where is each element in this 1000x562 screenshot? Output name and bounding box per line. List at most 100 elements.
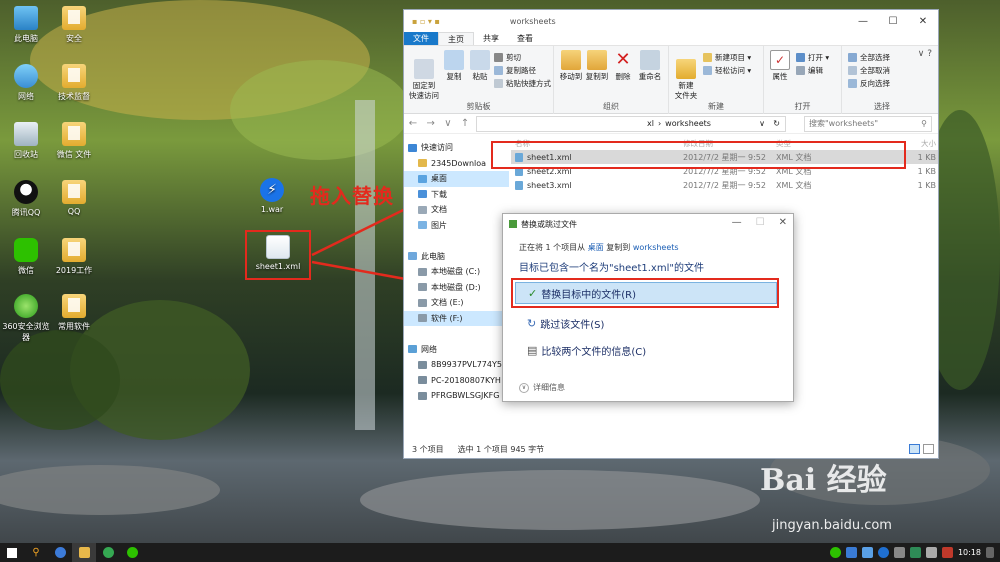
file-row[interactable]: sheet3.xml 2012/7/2 星期一 9:52 XML 文档 1 KB (511, 178, 938, 192)
tray-bluetooth-icon[interactable] (877, 547, 889, 558)
search-box[interactable]: 搜索"worksheets" ⚲ (804, 115, 932, 132)
close-button[interactable]: ✕ (908, 10, 938, 32)
dialog-maximize-button[interactable]: ☐ (756, 217, 765, 228)
nav-item-label: 网络 (421, 344, 437, 354)
taskbar-wechat[interactable] (120, 543, 144, 562)
file-size-cell: 1 KB (917, 180, 936, 190)
maximize-button[interactable]: ☐ (878, 10, 908, 32)
tray-shield-icon[interactable] (909, 547, 921, 558)
invert-selection-icon (848, 79, 857, 88)
nav-item-icon (418, 221, 427, 230)
large-icons-view-icon[interactable] (923, 444, 934, 454)
nav-item-label: 桌面 (431, 174, 447, 184)
nav-item-label: 此电脑 (421, 251, 445, 261)
move-to-button[interactable]: 移动到 (558, 50, 584, 81)
new-item-button[interactable]: 新建项目 ▾ (703, 52, 751, 63)
clock[interactable]: 10:18 (958, 548, 981, 557)
tab-home[interactable]: 主页 (438, 32, 474, 45)
nav-item[interactable]: 软件 (F:) (404, 310, 509, 326)
dialog-close-button[interactable]: ✕ (779, 217, 787, 228)
nav-item[interactable]: 文档 (E:) (404, 295, 509, 311)
minimize-button[interactable]: — (848, 10, 878, 32)
dialog-titlebar: 替换或跳过文件 — ☐ ✕ (503, 214, 793, 234)
delete-button[interactable]: ✕ 删除 (612, 50, 634, 82)
paste-button[interactable]: 粘贴 (468, 50, 492, 81)
address-dropdown-icon[interactable]: ∨ (759, 119, 765, 128)
ribbon-tabs: 文件 主页 共享 查看 (404, 32, 938, 46)
nav-item[interactable]: 文档 (404, 202, 509, 218)
back-arrow-icon[interactable]: ← (409, 118, 417, 129)
tab-share[interactable]: 共享 (474, 32, 508, 45)
cut-button[interactable]: 剪切 (494, 52, 521, 63)
nav-item[interactable]: 本地磁盘 (D:) (404, 280, 509, 296)
nav-item[interactable]: 8B9937PVL774Y5 (404, 357, 509, 373)
nav-item[interactable]: 网络 (404, 342, 509, 358)
start-button[interactable] (0, 543, 24, 562)
tray-app-icon[interactable] (845, 547, 857, 558)
dialog-app-icon (509, 220, 517, 228)
taskbar-explorer[interactable] (72, 543, 96, 562)
breadcrumb-xl[interactable]: xl (647, 119, 654, 128)
nav-item[interactable]: 此电脑 (404, 249, 509, 265)
replace-option-highlight-box (511, 278, 779, 308)
status-selected: 选中 1 个项目 945 字节 (457, 444, 545, 454)
nav-item-icon (418, 267, 427, 276)
paste-shortcut-button[interactable]: 粘贴快捷方式 (494, 78, 551, 89)
compare-files-option[interactable]: ▤ 比较两个文件的信息(C) (515, 339, 777, 361)
rename-button[interactable]: 重命名 (636, 50, 664, 81)
properties-button[interactable]: ✓ 属性 (768, 50, 792, 81)
new-folder-button[interactable]: 新建 文件夹 (673, 50, 699, 100)
details-view-icon[interactable] (909, 444, 920, 454)
nav-item[interactable]: PFRGBWLSGJKFG (404, 388, 509, 404)
easy-access-button[interactable]: 轻松访问 ▾ (703, 65, 751, 76)
tray-network-icon[interactable] (893, 547, 905, 558)
select-none-button[interactable]: 全部取消 (848, 65, 890, 76)
source-link[interactable]: 桌面 (588, 243, 604, 252)
ribbon-collapse-icon[interactable]: ∨ ? (918, 49, 932, 59)
nav-item-icon (418, 391, 427, 400)
copy-to-button[interactable]: 复制到 (584, 50, 610, 81)
up-arrow-icon[interactable]: ↑ (461, 118, 469, 129)
nav-item-label: 文档 (431, 205, 447, 215)
select-all-button[interactable]: 全部选择 (848, 52, 890, 63)
easy-access-icon (703, 66, 712, 75)
refresh-icon[interactable]: ↻ (773, 119, 780, 128)
taskbar-shield[interactable] (48, 543, 72, 562)
tray-app-icon[interactable] (861, 547, 873, 558)
nav-item[interactable]: PC-20180807KYH (404, 373, 509, 389)
recent-dropdown-icon[interactable]: ∨ (444, 118, 451, 129)
rename-icon (640, 50, 660, 70)
nav-item[interactable]: 图片 (404, 218, 509, 234)
dialog-minimize-button[interactable]: — (732, 217, 742, 228)
nav-item[interactable]: 下载 (404, 187, 509, 203)
tray-ime-icon[interactable] (941, 547, 953, 558)
edit-button[interactable]: 编辑 (796, 65, 823, 76)
tray-wechat-icon[interactable] (829, 547, 841, 558)
tab-file[interactable]: 文件 (404, 32, 438, 45)
open-button[interactable]: 打开 ▾ (796, 52, 829, 63)
destination-link[interactable]: worksheets (633, 243, 679, 252)
nav-item-icon (418, 159, 427, 168)
pin-quick-access-button[interactable]: 固定到 快速访问 (408, 50, 440, 100)
notification-icon[interactable] (986, 547, 994, 558)
search-button[interactable]: ⚲ (24, 543, 48, 562)
invert-selection-button[interactable]: 反向选择 (848, 78, 890, 89)
nav-item[interactable]: 桌面 (404, 171, 509, 187)
scissors-icon (494, 53, 503, 62)
copy-path-button[interactable]: 复制路径 (494, 65, 536, 76)
pin-icon (414, 59, 434, 80)
nav-item-icon (418, 205, 427, 214)
breadcrumb-worksheets[interactable]: worksheets (665, 119, 711, 128)
copy-button[interactable]: 复制 (442, 50, 466, 81)
paste-icon (470, 50, 490, 70)
nav-item[interactable]: 本地磁盘 (C:) (404, 264, 509, 280)
details-toggle[interactable]: ∨ 详细信息 (519, 382, 565, 393)
skip-file-option[interactable]: ↻ 跳过该文件(S) (515, 312, 777, 334)
tray-volume-icon[interactable] (925, 547, 937, 558)
forward-arrow-icon[interactable]: → (426, 118, 434, 129)
taskbar-browser-360[interactable] (96, 543, 120, 562)
address-path[interactable]: xl › worksheets ∨ ↻ (476, 115, 786, 132)
nav-item-icon (418, 283, 427, 292)
tab-view[interactable]: 查看 (508, 32, 542, 45)
nav-item-label: PFRGBWLSGJKFG (431, 391, 500, 401)
